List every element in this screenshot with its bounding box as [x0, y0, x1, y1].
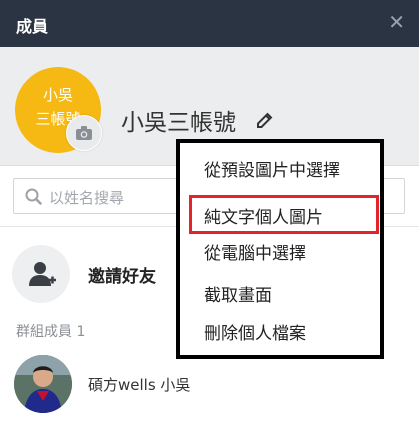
avatar-options-menu: 從預設圖片中選擇 純文字個人圖片 從電腦中選擇 截取畫面 刪除個人檔案: [176, 139, 384, 359]
avatar-text-line1: 小吳: [42, 86, 73, 104]
highlight-box: [189, 195, 379, 234]
title-bar: 成員 ✕: [0, 0, 419, 47]
menu-item-screenshot[interactable]: 截取畫面: [204, 281, 272, 306]
add-user-icon: [29, 262, 56, 286]
menu-item-choose-from-computer[interactable]: 從電腦中選擇: [204, 239, 306, 264]
close-icon[interactable]: ✕: [388, 12, 405, 32]
edit-name-icon[interactable]: [256, 111, 274, 133]
member-avatar: [14, 355, 72, 413]
group-members-label: 群組成員 1: [16, 324, 86, 340]
invite-friend-button[interactable]: [12, 245, 70, 303]
search-input[interactable]: 以姓名搜尋: [49, 187, 124, 208]
search-icon: [25, 188, 42, 205]
invite-friend-label[interactable]: 邀請好友: [88, 262, 156, 287]
member-name: 碩方wells 小吳: [88, 376, 191, 394]
camera-icon[interactable]: [66, 115, 102, 151]
menu-item-choose-default[interactable]: 從預設圖片中選擇: [204, 156, 340, 181]
menu-item-delete-profile[interactable]: 刪除個人檔案: [204, 319, 306, 344]
dialog-title: 成員: [16, 17, 49, 36]
profile-name: 小吳三帳號: [121, 110, 236, 136]
